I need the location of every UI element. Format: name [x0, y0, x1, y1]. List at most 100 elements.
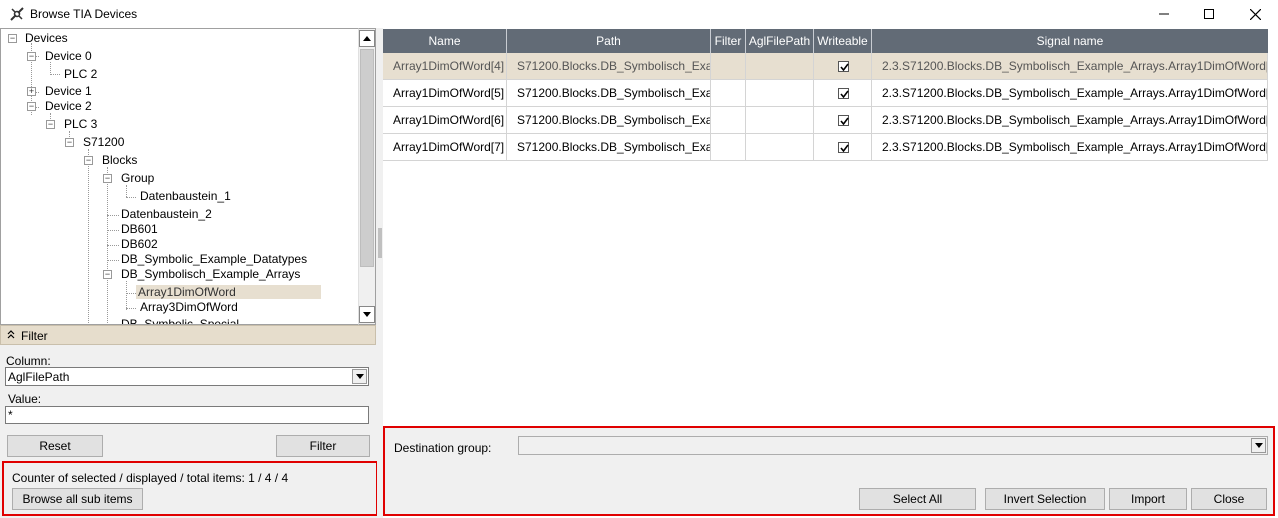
chevron-down-icon[interactable] [352, 369, 367, 384]
collapse-icon[interactable]: − [8, 34, 17, 43]
writeable-checkbox[interactable] [838, 142, 849, 153]
tree-node-group[interactable]: Group [119, 171, 156, 186]
tree-node-db-symbolic-datatypes[interactable]: DB_Symbolic_Example_Datatypes [119, 252, 309, 267]
cell-writeable[interactable] [814, 107, 872, 134]
tree-node-plc-3[interactable]: PLC 3 [62, 117, 99, 132]
browse-all-sub-items-button[interactable]: Browse all sub items [12, 488, 143, 510]
cell-path[interactable]: S71200.Blocks.DB_Symbolisch_Exa [507, 53, 711, 80]
cell-signal-name[interactable]: 2.3.S71200.Blocks.DB_Symbolisch_Example_… [872, 134, 1268, 161]
collapse-icon[interactable]: − [27, 52, 36, 61]
splitter-grip[interactable] [378, 228, 382, 258]
collapse-icon[interactable]: − [103, 270, 112, 279]
cell-aglfilepath[interactable] [746, 53, 814, 80]
destination-group-select[interactable] [518, 436, 1268, 455]
tree-node-db-symbolic-special[interactable]: DB_Symbolic_Special [119, 317, 241, 324]
destination-group-label: Destination group: [394, 441, 492, 455]
table-row[interactable]: Array1DimOfWord[6] S71200.Blocks.DB_Symb… [383, 107, 1268, 134]
filter-panel-header[interactable]: Filter [0, 325, 376, 345]
device-tree[interactable]: − − + − − − − − − Devices Device 0 PLC 2… [0, 28, 359, 325]
table-row[interactable]: Array1DimOfWord[5] S71200.Blocks.DB_Symb… [383, 80, 1268, 107]
tree-node-device-1[interactable]: Device 1 [43, 84, 94, 99]
signals-grid: Name Path Filter AglFilePath Writeable S… [383, 29, 1277, 425]
writeable-checkbox[interactable] [838, 61, 849, 72]
cell-signal-name[interactable]: 2.3.S71200.Blocks.DB_Symbolisch_Example_… [872, 107, 1268, 134]
cell-name[interactable]: Array1DimOfWord[6] [383, 107, 507, 134]
select-all-button[interactable]: Select All [859, 488, 976, 510]
cell-signal-name[interactable]: 2.3.S71200.Blocks.DB_Symbolisch_Example_… [872, 53, 1268, 80]
value-input[interactable] [6, 407, 368, 423]
cell-name[interactable]: Array1DimOfWord[4] [383, 53, 507, 80]
arrow-up-icon [363, 36, 371, 41]
cell-filter[interactable] [711, 107, 746, 134]
collapse-icon[interactable]: − [103, 174, 112, 183]
cell-aglfilepath[interactable] [746, 134, 814, 161]
cell-signal-name[interactable]: 2.3.S71200.Blocks.DB_Symbolisch_Example_… [872, 80, 1268, 107]
cell-name[interactable]: Array1DimOfWord[7] [383, 134, 507, 161]
writeable-checkbox[interactable] [838, 88, 849, 99]
cell-path[interactable]: S71200.Blocks.DB_Symbolisch_Exa [507, 107, 711, 134]
writeable-checkbox[interactable] [838, 115, 849, 126]
minimize-button[interactable] [1141, 0, 1187, 28]
chevron-up-icon [7, 329, 15, 342]
close-window-button[interactable] [1232, 0, 1278, 28]
tree-node-datenbaustein-1[interactable]: Datenbaustein_1 [138, 189, 233, 204]
cell-filter[interactable] [711, 134, 746, 161]
cell-name[interactable]: Array1DimOfWord[5] [383, 80, 507, 107]
tree-node-db601[interactable]: DB601 [119, 222, 160, 237]
tree-node-devices[interactable]: Devices [23, 31, 70, 46]
cell-path[interactable]: S71200.Blocks.DB_Symbolisch_Exa [507, 80, 711, 107]
import-button[interactable]: Import [1109, 488, 1187, 510]
column-header-name[interactable]: Name [383, 29, 507, 53]
left-pane: − − + − − − − − − Devices Device 0 PLC 2… [0, 28, 381, 518]
close-button[interactable]: Close [1191, 488, 1267, 510]
tree-node-array1dimofword[interactable]: Array1DimOfWord [136, 285, 321, 300]
tree-node-db-symbolisch-arrays[interactable]: DB_Symbolisch_Example_Arrays [119, 267, 302, 282]
scroll-up-button[interactable] [359, 30, 375, 47]
tree-node-plc-2[interactable]: PLC 2 [62, 67, 99, 82]
tree-node-blocks[interactable]: Blocks [100, 153, 139, 168]
cell-aglfilepath[interactable] [746, 80, 814, 107]
collapse-icon[interactable]: − [84, 156, 93, 165]
maximize-button[interactable] [1186, 0, 1232, 28]
column-select-value: AglFilePath [8, 370, 70, 384]
column-header-path[interactable]: Path [507, 29, 711, 53]
expand-icon[interactable]: + [27, 87, 36, 96]
cell-writeable[interactable] [814, 53, 872, 80]
checkmark-icon [840, 63, 849, 72]
column-select[interactable]: AglFilePath [5, 367, 369, 386]
cell-writeable[interactable] [814, 80, 872, 107]
import-panel: Destination group: Select All Invert Sel… [383, 426, 1275, 516]
tree-node-db602[interactable]: DB602 [119, 237, 160, 252]
cell-aglfilepath[interactable] [746, 107, 814, 134]
cell-writeable[interactable] [814, 134, 872, 161]
tree-node-datenbaustein-2[interactable]: Datenbaustein_2 [119, 207, 214, 222]
cell-filter[interactable] [711, 53, 746, 80]
column-header-aglfilepath[interactable]: AglFilePath [746, 29, 814, 53]
column-header-filter[interactable]: Filter [711, 29, 746, 53]
table-row[interactable]: Array1DimOfWord[7] S71200.Blocks.DB_Symb… [383, 134, 1268, 161]
grid-header: Name Path Filter AglFilePath Writeable S… [383, 29, 1268, 53]
cell-path[interactable]: S71200.Blocks.DB_Symbolisch_Exa [507, 134, 711, 161]
tree-node-device-2[interactable]: Device 2 [43, 99, 94, 114]
minimize-icon [1159, 13, 1169, 15]
tree-scrollbar[interactable] [358, 28, 376, 325]
collapse-icon[interactable]: − [65, 138, 74, 147]
column-header-writeable[interactable]: Writeable [814, 29, 872, 53]
filter-header-label: Filter [21, 329, 48, 343]
filter-button[interactable]: Filter [276, 435, 370, 457]
cell-filter[interactable] [711, 80, 746, 107]
column-label: Column: [6, 354, 51, 368]
chevron-down-icon[interactable] [1251, 438, 1266, 453]
scroll-thumb[interactable] [360, 49, 374, 267]
scroll-down-button[interactable] [359, 306, 375, 323]
invert-selection-button[interactable]: Invert Selection [985, 488, 1105, 510]
column-header-signal-name[interactable]: Signal name [872, 29, 1268, 53]
reset-button[interactable]: Reset [7, 435, 103, 457]
tree-node-array3dimofword[interactable]: Array3DimOfWord [138, 300, 240, 315]
table-row[interactable]: Array1DimOfWord[4] S71200.Blocks.DB_Symb… [383, 53, 1268, 80]
collapse-icon[interactable]: − [46, 120, 55, 129]
tree-node-s71200[interactable]: S71200 [81, 135, 126, 150]
checkmark-icon [840, 144, 849, 153]
tree-node-device-0[interactable]: Device 0 [43, 49, 94, 64]
collapse-icon[interactable]: − [27, 102, 36, 111]
